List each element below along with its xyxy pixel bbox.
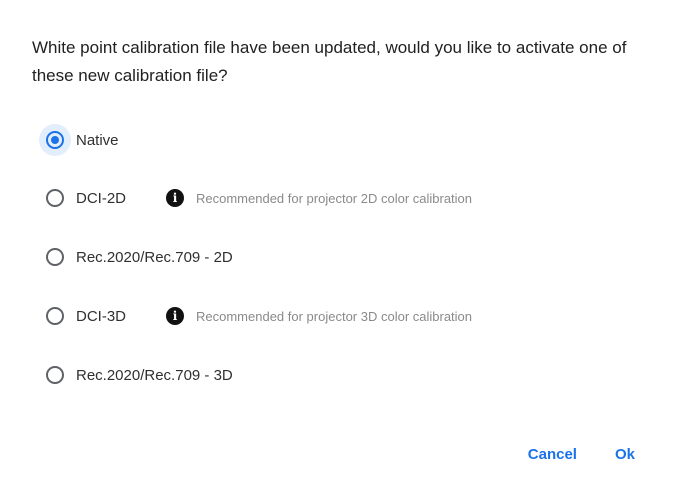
- option-label-native: Native: [76, 131, 119, 149]
- cancel-button[interactable]: Cancel: [522, 442, 583, 467]
- option-native[interactable]: Native: [39, 122, 119, 158]
- info-icon: i: [166, 307, 184, 325]
- radio-rec2020-3d[interactable]: [46, 366, 64, 384]
- info-text-dci-3d: Recommended for projector 3D color calib…: [196, 308, 473, 324]
- calibration-dialog: White point calibration file have been u…: [0, 0, 681, 489]
- ok-button[interactable]: Ok: [609, 442, 641, 467]
- option-dci-3d[interactable]: DCI-3D i Recommended for projector 3D co…: [46, 298, 646, 334]
- option-rec2020-2d[interactable]: Rec.2020/Rec.709 - 2D: [46, 239, 233, 275]
- radio-native[interactable]: [46, 131, 64, 149]
- info-dci-2d: i Recommended for projector 2D color cal…: [166, 189, 472, 207]
- radio-dci-3d[interactable]: [46, 307, 64, 325]
- option-dci-2d[interactable]: DCI-2D i Recommended for projector 2D co…: [46, 180, 646, 216]
- option-label-dci-2d: DCI-2D: [76, 189, 127, 207]
- dialog-actions: Cancel Ok: [522, 442, 641, 467]
- radio-rec2020-2d[interactable]: [46, 248, 64, 266]
- option-label-rec2020-2d: Rec.2020/Rec.709 - 2D: [76, 248, 233, 266]
- option-label-rec2020-3d: Rec.2020/Rec.709 - 3D: [76, 366, 233, 384]
- radio-dci-2d[interactable]: [46, 189, 64, 207]
- info-dci-3d: i Recommended for projector 3D color cal…: [166, 307, 472, 325]
- info-icon: i: [166, 189, 184, 207]
- option-label-dci-3d: DCI-3D: [76, 307, 127, 325]
- info-text-dci-2d: Recommended for projector 2D color calib…: [196, 190, 473, 206]
- dialog-message: White point calibration file have been u…: [32, 38, 627, 85]
- option-rec2020-3d[interactable]: Rec.2020/Rec.709 - 3D: [46, 357, 233, 393]
